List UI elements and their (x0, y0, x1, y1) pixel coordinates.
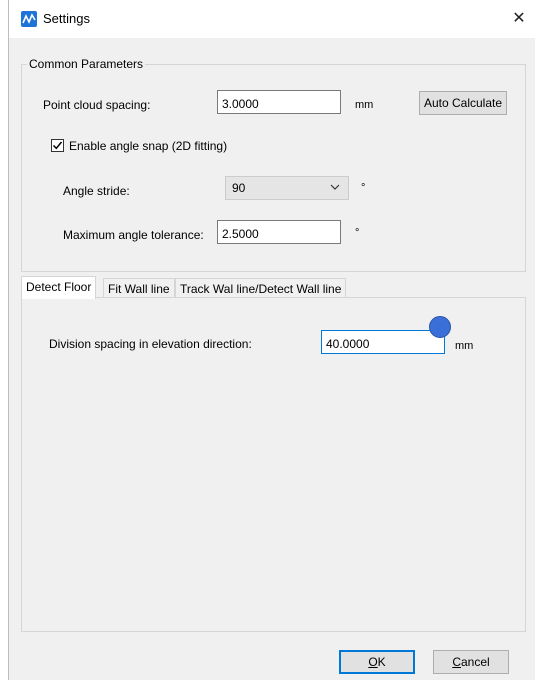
ok-mnemonic: O (368, 655, 378, 669)
angle-snap-checkbox[interactable] (51, 139, 64, 152)
angle-stride-unit: ° (361, 182, 366, 194)
title-bar: Settings ✕ (9, 0, 535, 38)
division-spacing-label: Division spacing in elevation direction: (49, 337, 252, 351)
angle-stride-select[interactable]: 90 (225, 176, 349, 200)
chevron-down-icon (330, 184, 340, 190)
pointer-cursor-icon (429, 316, 451, 338)
app-logo-icon (21, 11, 37, 27)
angle-stride-value: 90 (232, 181, 246, 195)
cancel-button[interactable]: Cancel (433, 650, 509, 674)
close-icon[interactable]: ✕ (502, 0, 535, 38)
window-title: Settings (43, 11, 90, 26)
max-angle-tolerance-input[interactable] (217, 220, 341, 244)
ok-label-rest: K (377, 655, 386, 669)
max-angle-tolerance-label: Maximum angle tolerance: (63, 228, 204, 242)
max-angle-tolerance-unit: ° (355, 227, 360, 239)
tab-fit-wall-line[interactable]: Fit Wall line (103, 278, 175, 298)
division-spacing-unit: mm (455, 340, 474, 352)
group-title: Common Parameters (27, 57, 146, 71)
tab-track-wall-line[interactable]: Track Wal line/Detect Wall line (175, 278, 347, 298)
division-spacing-input[interactable] (321, 330, 445, 354)
point-cloud-spacing-input[interactable] (217, 90, 341, 114)
angle-stride-label: Angle stride: (63, 184, 130, 198)
cancel-label-rest: ancel (460, 655, 490, 669)
angle-snap-label: Enable angle snap (2D fitting) (69, 139, 228, 153)
tab-detect-floor[interactable]: Detect Floor (21, 276, 97, 299)
point-cloud-spacing-label: Point cloud spacing: (43, 98, 151, 112)
settings-dialog: Settings ✕ Common Parameters Point cloud… (8, 0, 535, 680)
point-cloud-spacing-unit: mm (355, 99, 374, 111)
checkmark-icon (52, 141, 63, 150)
auto-calculate-button[interactable]: Auto Calculate (419, 91, 507, 115)
ok-button[interactable]: OK (339, 650, 415, 674)
cancel-mnemonic: C (452, 655, 461, 669)
